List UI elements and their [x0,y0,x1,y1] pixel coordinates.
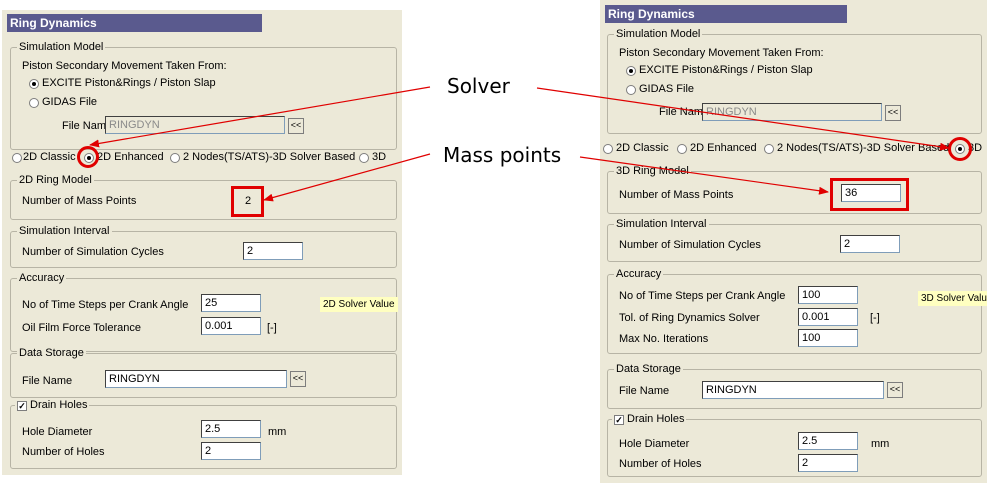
solver-annotation-label: Solver [447,74,510,98]
mass-points-annotation-label: Mass points [443,143,562,167]
annotation-arrows [89,86,950,202]
mass-points-arrow-left [263,153,431,202]
solver-arrow-left [89,86,431,148]
mass-points-arrow-right [579,156,829,195]
solver-arrow-right [536,87,950,151]
